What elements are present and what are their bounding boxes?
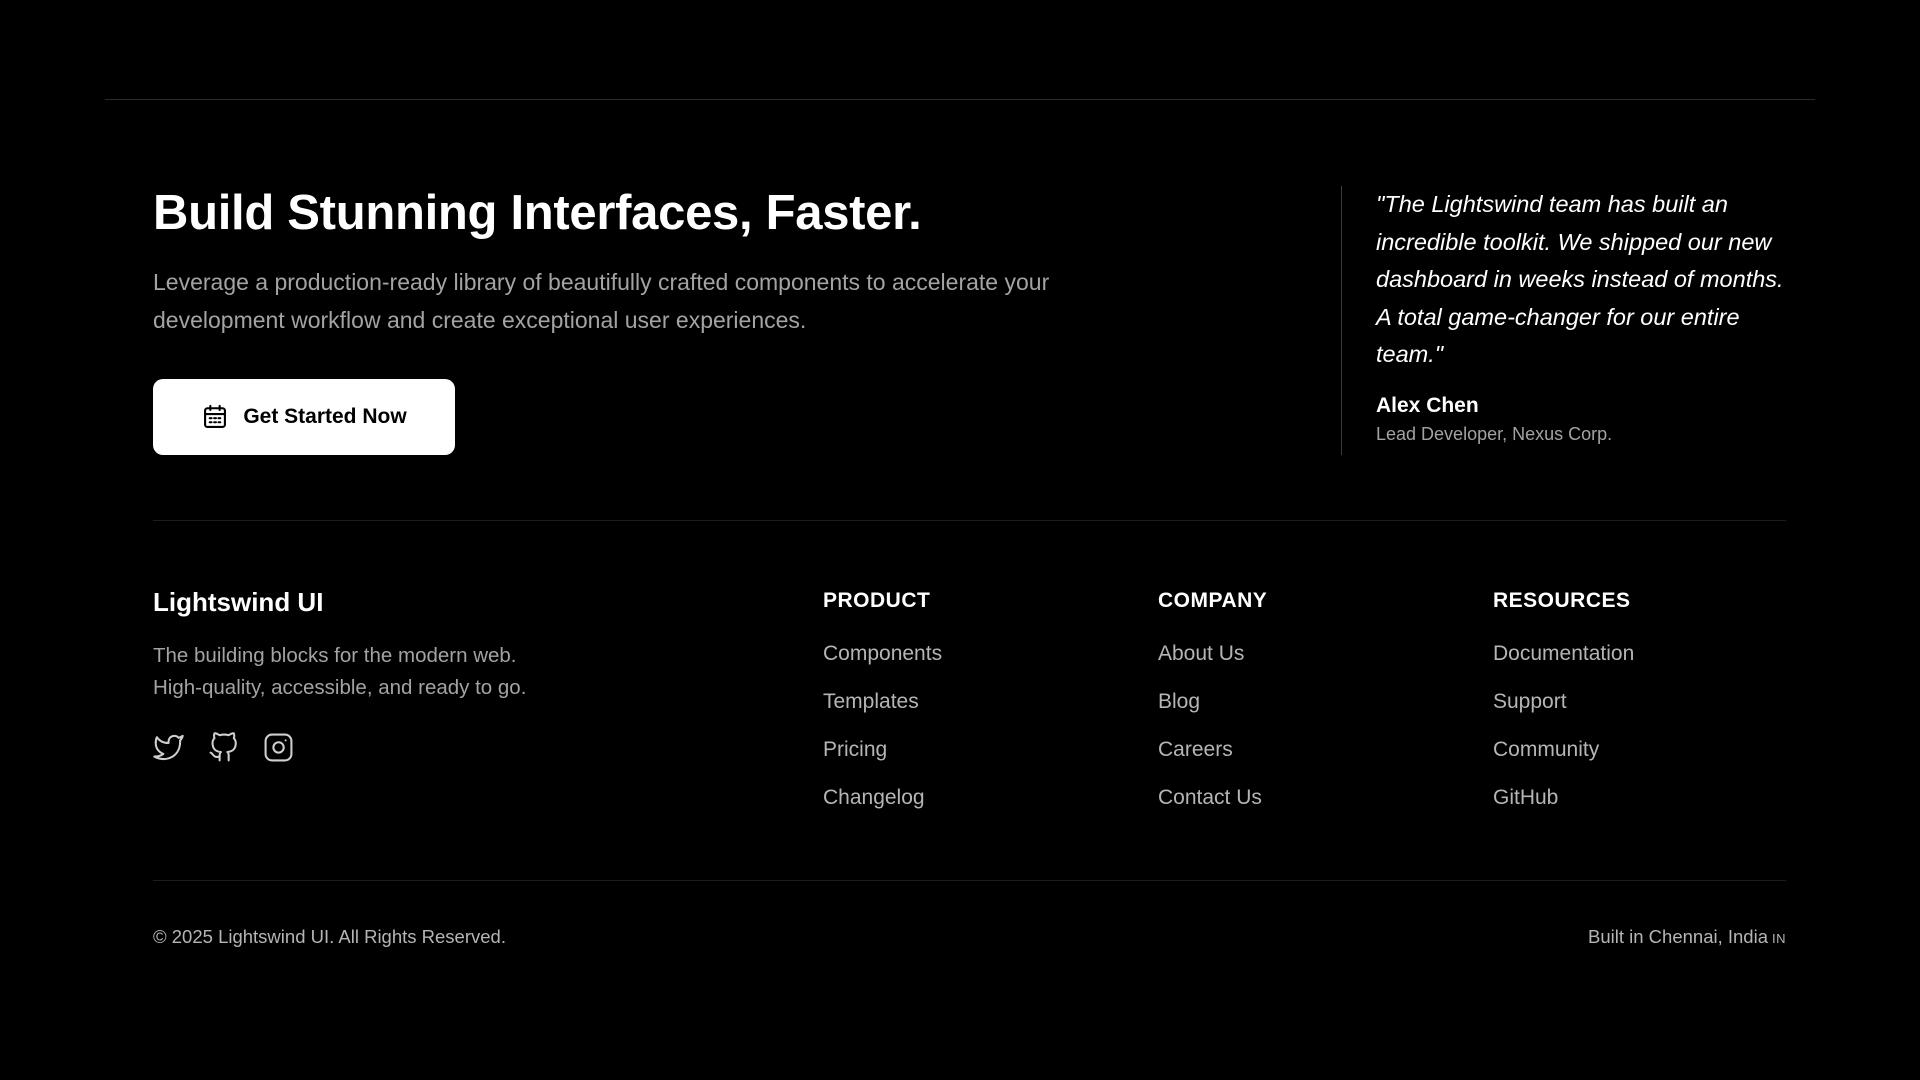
- get-started-button[interactable]: Get Started Now: [153, 379, 455, 455]
- footer-link-documentation[interactable]: Documentation: [1493, 642, 1634, 665]
- social-links: [153, 732, 753, 763]
- testimonial-quote: "The Lightswind team has built an incred…: [1376, 191, 1784, 367]
- footer-link-careers[interactable]: Careers: [1158, 738, 1233, 761]
- github-icon: [209, 732, 237, 762]
- section-divider: [153, 520, 1786, 521]
- github-link[interactable]: [208, 732, 239, 763]
- footer-link-pricing[interactable]: Pricing: [823, 738, 887, 761]
- testimonial-author-title: Lead Developer, Nexus Corp.: [1376, 423, 1613, 444]
- footer-link-changelog[interactable]: Changelog: [823, 786, 925, 809]
- footer-link-blog[interactable]: Blog: [1158, 690, 1200, 713]
- footer-link-components[interactable]: Components: [823, 642, 942, 665]
- column-heading: RESOURCES: [1493, 589, 1631, 612]
- footer-link-support[interactable]: Support: [1493, 690, 1567, 713]
- footer-brand: Lightswind UI The building blocks for th…: [153, 586, 753, 763]
- built-in-text: Built in Chennai, India: [1588, 926, 1768, 947]
- footer-column-product: PRODUCT Components Templates Pricing Cha…: [823, 588, 1123, 832]
- get-started-label: Get Started Now: [243, 405, 407, 428]
- copyright-text: © 2025 Lightswind UI. All Rights Reserve…: [153, 926, 506, 947]
- brand-tagline-line1: The building blocks for the modern web.: [153, 644, 517, 667]
- column-heading: PRODUCT: [823, 589, 931, 612]
- footer-link-community[interactable]: Community: [1493, 738, 1599, 761]
- footer-link-about-us[interactable]: About Us: [1158, 642, 1244, 665]
- testimonial: "The Lightswind team has built an incred…: [1341, 186, 1791, 455]
- calendar-icon: [204, 404, 227, 428]
- instagram-icon: [264, 733, 293, 762]
- twitter-icon: [153, 734, 184, 761]
- brand-tagline-line2: High-quality, accessible, and ready to g…: [153, 676, 527, 699]
- footer-link-contact-us[interactable]: Contact Us: [1158, 786, 1262, 809]
- built-in-location: Built in Chennai, India IN: [1588, 926, 1786, 948]
- testimonial-author-name: Alex Chen: [1376, 393, 1479, 417]
- cta-headline: Build Stunning Interfaces, Faster.: [153, 186, 922, 240]
- india-flag-icon: IN: [1772, 931, 1786, 946]
- instagram-link[interactable]: [263, 732, 294, 763]
- column-heading: COMPANY: [1158, 589, 1268, 612]
- footer-link-templates[interactable]: Templates: [823, 690, 919, 713]
- footer-column-resources: RESOURCES Documentation Support Communit…: [1493, 588, 1793, 832]
- twitter-link[interactable]: [153, 732, 184, 763]
- brand-tagline: The building blocks for the modern web. …: [153, 640, 673, 704]
- cta-subtext: Leverage a production-ready library of b…: [153, 269, 1050, 333]
- footer-column-company: COMPANY About Us Blog Careers Contact Us: [1158, 588, 1458, 832]
- footer-bottom-divider: [153, 880, 1786, 881]
- footer-link-github[interactable]: GitHub: [1493, 786, 1558, 809]
- brand-name: Lightswind UI: [153, 587, 324, 617]
- top-divider: [105, 99, 1815, 100]
